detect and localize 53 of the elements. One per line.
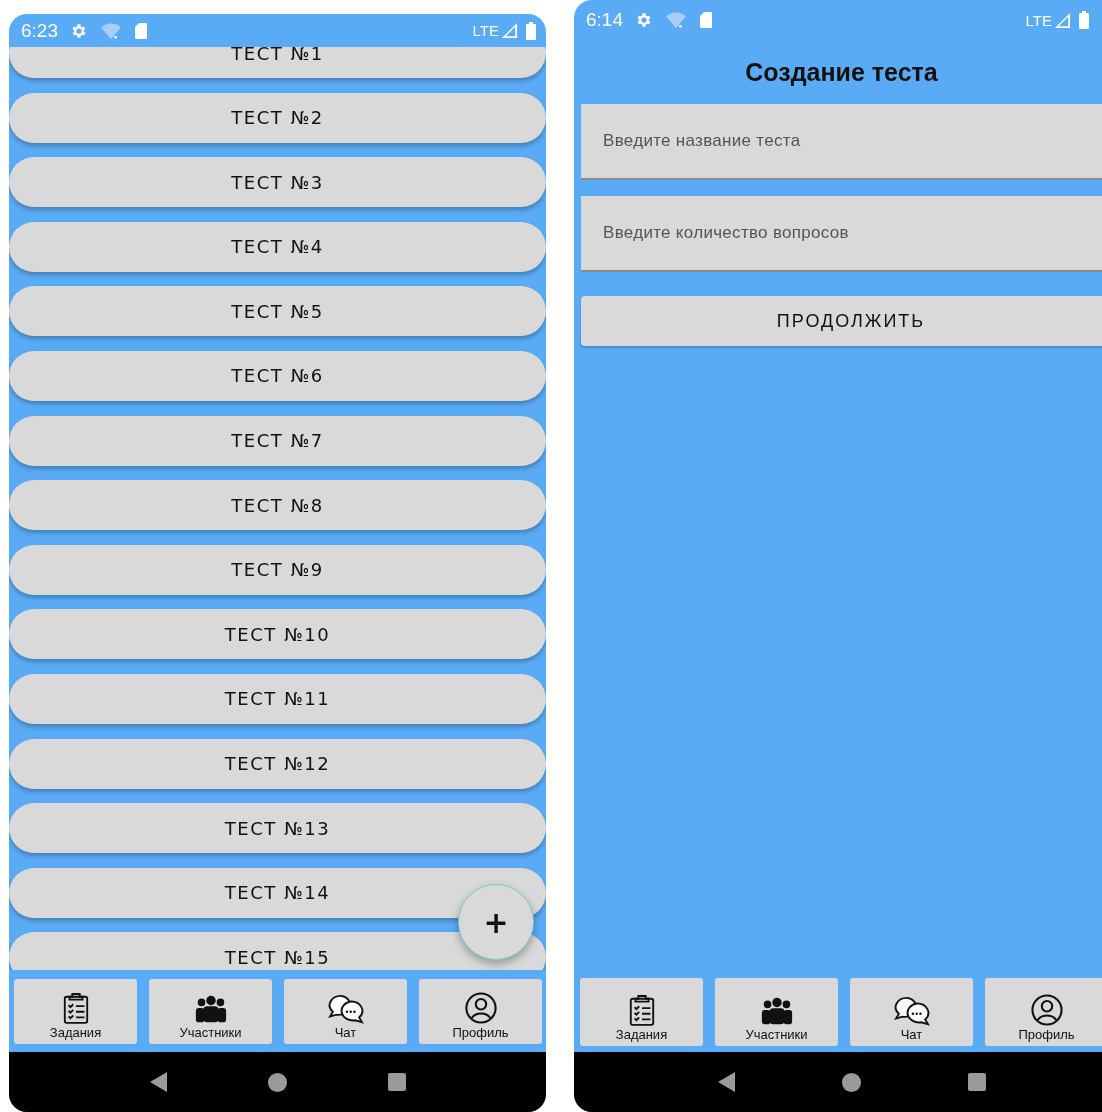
test-list-item[interactable]: ТЕСТ №3 [9,157,546,208]
recents-icon[interactable] [386,1072,407,1092]
test-list-item[interactable]: ТЕСТ №13 [9,803,546,854]
status-time: 6:14 [586,9,623,31]
wifi-icon [665,11,687,29]
people-group-icon [759,996,794,1026]
recents-icon[interactable] [966,1072,987,1092]
settings-icon [70,21,88,40]
test-list-item[interactable]: ТЕСТ №5 [9,286,546,337]
nav-button[interactable]: Участники [149,979,272,1044]
network-type: LTE [1025,11,1052,29]
nav-button[interactable]: Участники [715,978,838,1046]
sd-card-icon [699,11,713,29]
input-field[interactable]: Введите название теста [581,104,1102,180]
nav-button[interactable]: Чат [850,978,973,1046]
input-field[interactable]: Введите количество вопросов [581,196,1102,272]
chat-bubbles-icon [893,996,930,1026]
people-group-icon [193,994,228,1024]
status-time: 6:23 [21,19,58,42]
test-list-item[interactable]: ТЕСТ №11 [9,673,546,724]
test-list-item[interactable]: ТЕСТ №12 [9,738,546,789]
test-list-item[interactable]: ТЕСТ №10 [9,609,546,660]
signal-icon [1054,11,1071,29]
settings-icon [635,11,653,29]
test-list-item[interactable]: ТЕСТ №6 [9,350,546,401]
nav-button[interactable]: Чат [284,979,407,1044]
nav-button[interactable]: Задания [580,978,703,1046]
nav-button[interactable]: Профиль [985,978,1102,1046]
battery-icon [1079,11,1089,29]
back-icon[interactable] [148,1071,169,1093]
test-list-item[interactable]: ТЕСТ №7 [9,415,546,466]
continue-button[interactable]: ПРОДОЛЖИТЬ [581,296,1102,346]
profile-icon [464,992,497,1024]
wifi-icon [100,21,122,40]
nav-button[interactable]: Профиль [419,979,542,1044]
back-icon[interactable] [716,1071,737,1093]
test-list-item[interactable]: ТЕСТ №9 [9,544,546,595]
test-list-item[interactable]: ТЕСТ №8 [9,480,546,531]
home-icon[interactable] [267,1071,288,1093]
chat-bubbles-icon [327,994,364,1024]
signal-icon [501,22,518,39]
nav-button[interactable]: Задания [14,979,137,1044]
clipboard-checklist-icon [61,992,90,1024]
clipboard-checklist-icon [627,994,656,1026]
home-icon[interactable] [841,1071,862,1093]
test-list-item[interactable]: ТЕСТ №15 [9,932,546,970]
test-list-item[interactable]: ТЕСТ №2 [9,92,546,143]
screen-title: Создание теста [744,57,939,88]
profile-icon [1030,994,1063,1026]
network-type: LTE [472,22,499,39]
sd-card-icon [134,21,148,40]
test-list-item[interactable]: ТЕСТ №4 [9,221,546,272]
battery-icon [526,21,536,40]
